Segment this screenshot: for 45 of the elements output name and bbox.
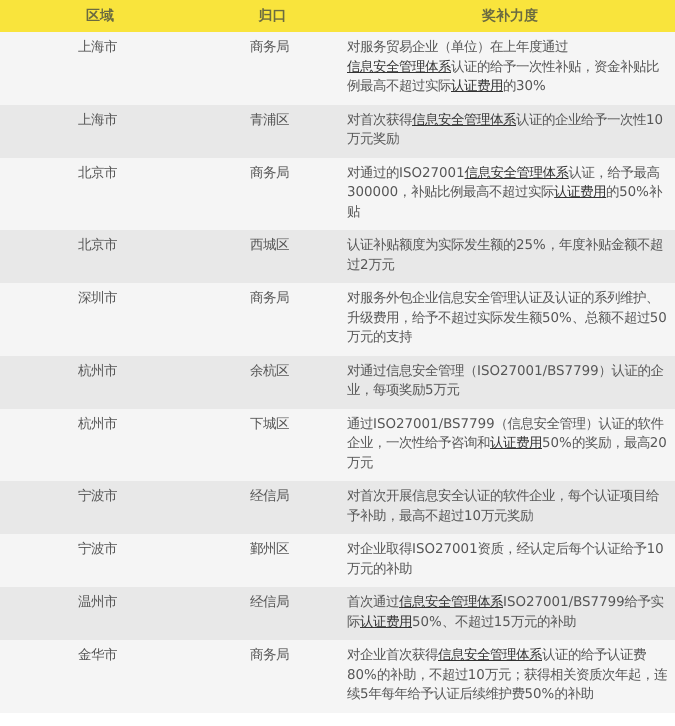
region-cell: 上海市 (78, 112, 117, 128)
department-cell: 鄞州区 (250, 542, 289, 557)
text-link[interactable]: 认证费用 (360, 614, 412, 630)
text-link[interactable]: 信息安全管理体系 (399, 595, 503, 610)
region-cell: 杭州市 (78, 364, 117, 378)
subsidy-text: 对通过的ISO27001信息安全管理体系认证，给予最高300000，补贴比例最高不超过实际认证费用的50%补贴 (345, 158, 675, 230)
region-cell: 北京市 (78, 166, 117, 180)
region-cell: 宁波市 (78, 542, 117, 557)
subsidy-text: 对首次获得信息安全管理体系认证的企业给予一次性10万元奖励 (345, 104, 675, 158)
department-cell: 下城区 (250, 416, 289, 432)
subsidy-header: 奖补力度 (345, 0, 675, 32)
region-cell: 北京市 (78, 238, 117, 253)
department-cell: 余杭区 (250, 364, 289, 378)
subsidy-text: 对企业取得ISO27001资质，经认定后每个认证给予10万元的补助 (345, 534, 675, 587)
region-cell: 杭州市 (78, 416, 117, 432)
region-cell: 金华市 (78, 648, 117, 663)
text-link[interactable]: 信息安全管理体系 (464, 166, 569, 180)
subsidy-text: 对首次开展信息安全认证的软件企业，每个认证项目给予补助，最高不超过10万元奖励 (345, 481, 675, 534)
region-cell: 温州市 (78, 595, 117, 610)
subsidy-text: 对服务贸易企业（单位）在上年度通过 信息安全管理体系认证的给予一次性补贴，资金补贴比例最高不超过实际认证费用的30% (345, 32, 675, 104)
text-link[interactable]: 信息安全管理体系 (347, 60, 451, 74)
text-link[interactable]: 认证费用 (490, 436, 542, 451)
text-link[interactable]: 认证费用 (451, 79, 503, 94)
subsidy-text: 首次通过信息安全管理体系ISO27001/BS7799给予实际认证费用50%、不超过15万元的补助 (345, 587, 675, 640)
text-link[interactable]: 认证费用 (554, 185, 606, 200)
text-link[interactable]: 信息安全管理体系 (412, 112, 516, 128)
region-cell: 上海市 (78, 40, 117, 55)
text-link[interactable]: 信息安全管理体系 (438, 648, 542, 663)
region-cell: 深圳市 (78, 291, 117, 306)
subsidy-text: 认证补贴额度为实际发生额的25%，年度补贴金额不超过2万元 (345, 230, 675, 283)
subsidy-text: 对服务外包企业信息安全管理认证及认证的系列维护、升级费用，给予不超过实际发生额50%、总额不超过50万元的支持 (345, 283, 675, 356)
department-cell: 经信局 (250, 595, 289, 610)
subsidy-text: 对通过信息安全管理（ISO27001/BS7799）认证的企业，每项奖励5万元 (345, 356, 675, 408)
subsidy-text: 对企业首次获得信息安全管理体系认证的给予认证费80%的补助，不超过10万元；获得相关资质次年起，连续5年每年给予认证后续维护费50%的补助 (345, 640, 675, 712)
department-cell: 西城区 (250, 238, 289, 253)
region-cell: 宁波市 (78, 489, 117, 504)
department-cell: 商务局 (250, 291, 289, 306)
department-cell: 经信局 (250, 489, 289, 504)
department-cell: 商务局 (250, 648, 289, 663)
department-cell: 商务局 (250, 40, 289, 55)
department-header: 归口 (200, 0, 345, 32)
department-cell: 青浦区 (250, 112, 289, 128)
department-cell: 商务局 (250, 166, 289, 180)
subsidy-text: 通过ISO27001/BS7799（信息安全管理）认证的软件企业，一次性给予咨询和认证费用50%的奖励，最高20万元 (345, 408, 675, 481)
region-header: 区域 (0, 0, 200, 32)
